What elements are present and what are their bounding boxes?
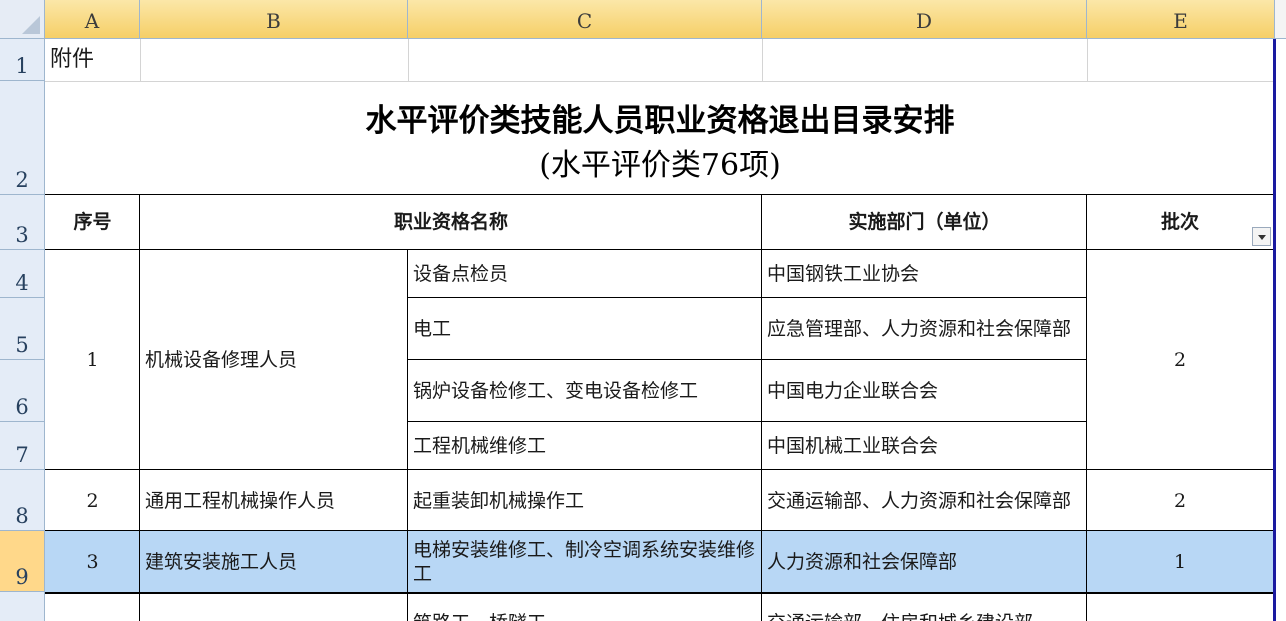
row-header-2[interactable]: 2	[0, 81, 45, 195]
partial-item-dept-clip: 交通运输部、住房和城乡建设部	[762, 594, 1087, 621]
table-title: 水平评价类技能人员职业资格退出目录安排	[365, 103, 955, 139]
row-header-5[interactable]: 5	[0, 298, 45, 360]
gridline	[140, 39, 141, 81]
column-header-d[interactable]: D	[762, 0, 1087, 39]
item-name[interactable]: 工程机械维修工	[408, 422, 762, 470]
gridline	[1087, 39, 1088, 81]
group-batch[interactable]: 2	[1087, 470, 1273, 531]
item-dept[interactable]: 中国机械工业联合会	[762, 422, 1087, 470]
item-name[interactable]: 起重装卸机械操作工	[408, 470, 762, 531]
header-seq[interactable]: 序号	[45, 195, 140, 249]
item-name[interactable]: 锅炉设备检修工、变电设备检修工	[408, 360, 762, 422]
item-dept[interactable]: 中国电力企业联合会	[762, 360, 1087, 422]
group-seq[interactable]: 3	[45, 531, 140, 592]
group-category[interactable]: 机械设备修理人员	[140, 250, 408, 470]
row-header-9[interactable]: 9	[0, 531, 45, 592]
header-batch[interactable]: 批次	[1087, 195, 1273, 249]
group-seq[interactable]: 1	[45, 250, 140, 470]
row-header-10[interactable]	[0, 592, 45, 621]
item-name[interactable]: 设备点检员	[408, 250, 762, 298]
group-batch[interactable]: 2	[1087, 250, 1273, 470]
item-name[interactable]: 电梯安装维修工、制冷空调系统安装维修工	[408, 531, 762, 592]
item-dept[interactable]: 应急管理部、人力资源和社会保障部	[762, 298, 1087, 360]
item-dept[interactable]: 人力资源和社会保障部	[762, 531, 1087, 592]
column-header-b[interactable]: B	[140, 0, 408, 39]
group-seq[interactable]: 2	[45, 470, 140, 531]
row-header-1[interactable]: 1	[0, 39, 45, 81]
row-header-6[interactable]: 6	[0, 360, 45, 422]
row-header-3[interactable]: 3	[0, 195, 45, 250]
column-header-a[interactable]: A	[45, 0, 140, 39]
row-header-4[interactable]: 4	[0, 250, 45, 298]
group-batch[interactable]: 1	[1087, 531, 1273, 592]
item-dept[interactable]: 交通运输部、住房和城乡建设部	[767, 611, 1033, 621]
item-dept[interactable]: 中国钢铁工业协会	[762, 250, 1087, 298]
table-subtitle: (水平评价类76项)	[539, 148, 781, 183]
gridline	[408, 39, 409, 81]
header-dept[interactable]: 实施部门（单位）	[762, 195, 1087, 249]
column-header-e[interactable]: E	[1087, 0, 1275, 39]
row-header-7[interactable]: 7	[0, 422, 45, 470]
row-header-8[interactable]: 8	[0, 470, 45, 531]
gridline	[45, 81, 1275, 82]
gridline	[762, 39, 763, 81]
partial-item-name-clip: 筑路工、桥隧工	[408, 594, 762, 621]
item-name[interactable]: 筑路工、桥隧工	[413, 611, 546, 621]
column-header-filler	[1275, 0, 1286, 39]
item-dept[interactable]: 交通运输部、人力资源和社会保障部	[762, 470, 1087, 531]
right-page-edge	[1273, 39, 1276, 621]
cell-a1[interactable]: 附件	[45, 39, 140, 81]
item-name[interactable]: 电工	[408, 298, 762, 360]
column-header-c[interactable]: C	[408, 0, 762, 39]
filter-dropdown-icon[interactable]	[1252, 227, 1271, 246]
group-category[interactable]: 建筑安装施工人员	[140, 531, 408, 592]
group-category[interactable]: 通用工程机械操作人员	[140, 470, 408, 531]
select-all-corner[interactable]	[0, 0, 45, 39]
header-name[interactable]: 职业资格名称	[140, 195, 762, 249]
